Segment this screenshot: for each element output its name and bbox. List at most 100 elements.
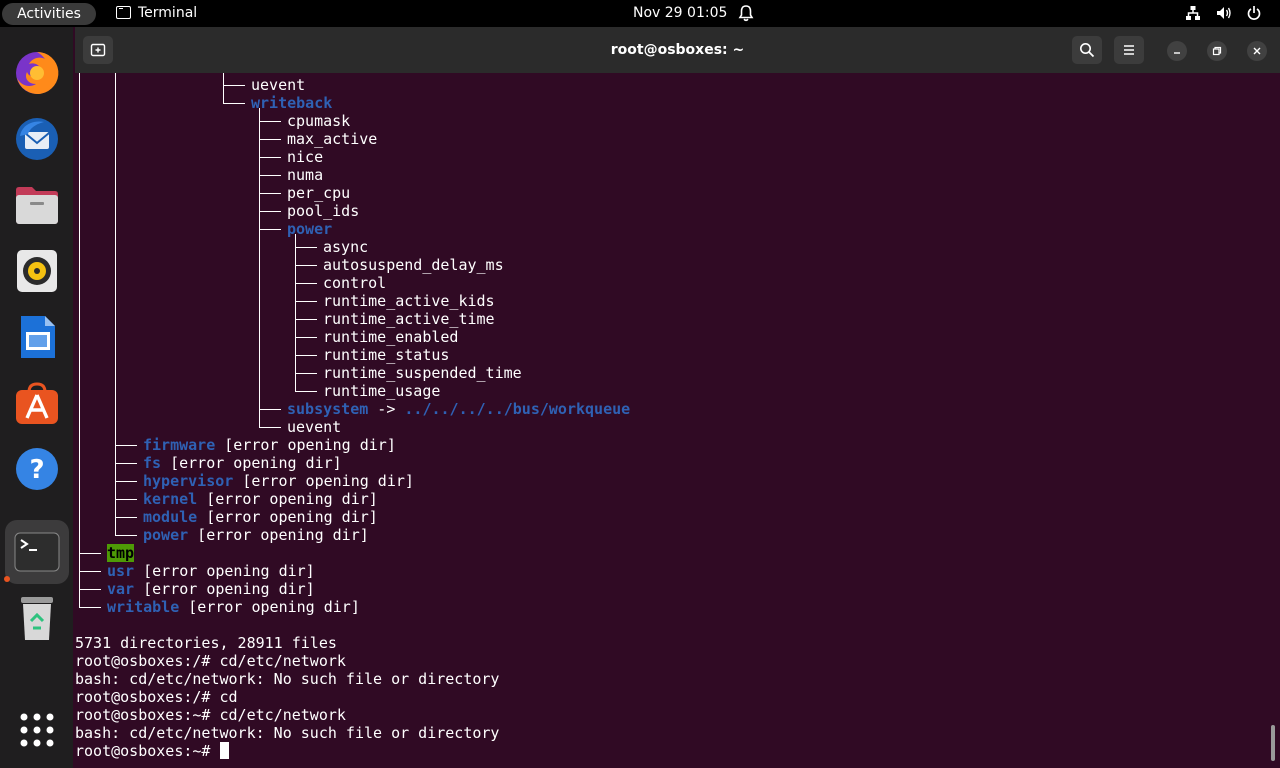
error-text: [error opening dir] xyxy=(197,490,378,508)
tree-connector xyxy=(115,535,137,536)
file-name: autosuspend_delay_ms xyxy=(323,256,504,274)
tree-connector xyxy=(295,247,317,248)
maximize-button[interactable] xyxy=(1207,41,1227,61)
network-icon xyxy=(1186,6,1201,20)
tree-entry: runtime_usage xyxy=(323,382,440,400)
tree-connector xyxy=(295,373,317,374)
dock: ? xyxy=(0,27,73,768)
help-icon[interactable]: ? xyxy=(12,444,62,494)
tree-entry: runtime_status xyxy=(323,346,449,364)
file-name: per_cpu xyxy=(287,184,351,202)
tree-connector xyxy=(223,103,245,104)
prompt-line[interactable]: root@osboxes:~# xyxy=(75,742,229,760)
file-name: cpumask xyxy=(287,112,351,130)
directory-name: hypervisor xyxy=(143,472,234,490)
directory-name: module xyxy=(143,508,198,526)
file-name: runtime_enabled xyxy=(323,328,459,346)
error-text: [error opening dir] xyxy=(134,562,315,580)
tree-connector xyxy=(259,175,281,176)
tree-entry: tmp xyxy=(107,544,135,562)
tree-connector xyxy=(295,355,317,356)
tree-connector xyxy=(79,553,101,554)
file-name: nice xyxy=(287,148,324,166)
tree-entry: runtime_active_time xyxy=(323,310,495,328)
terminal-line: root@osboxes:~# cd/etc/network xyxy=(75,706,346,724)
error-text: [error opening dir] xyxy=(161,454,342,472)
search-button[interactable] xyxy=(1072,36,1102,64)
file-name: async xyxy=(323,238,369,256)
tree-connector xyxy=(259,193,281,194)
terminal-line: root@osboxes:/# cd/etc/network xyxy=(75,652,346,670)
tree-connector xyxy=(295,319,317,320)
tree-connector xyxy=(259,229,281,230)
minimize-icon xyxy=(1174,52,1180,54)
show-apps-icon[interactable] xyxy=(12,705,62,755)
tree-connector xyxy=(259,108,260,427)
app-center-icon[interactable] xyxy=(12,378,62,428)
tree-connector xyxy=(223,73,224,103)
tree-connector xyxy=(79,571,101,572)
terminal-line: bash: cd/etc/network: No such file or di… xyxy=(75,670,500,688)
rhythmbox-icon[interactable] xyxy=(12,246,62,296)
firefox-icon[interactable] xyxy=(12,48,62,98)
thunderbird-icon[interactable] xyxy=(12,114,62,164)
tree-connector xyxy=(115,481,137,482)
terminal-output[interactable]: uevent writeback cpumask max_active nice numa… xyxy=(75,73,1280,768)
symlink-arrow: -> xyxy=(368,400,405,418)
tree-entry: max_active xyxy=(287,130,377,148)
tree-entry: pool_ids xyxy=(287,202,359,220)
tree-connector xyxy=(295,234,296,391)
file-name: runtime_usage xyxy=(323,382,441,400)
tree-entry: autosuspend_delay_ms xyxy=(323,256,504,274)
error-text: [error opening dir] xyxy=(188,526,369,544)
directory-name: writeback xyxy=(251,94,333,112)
directory-name: power xyxy=(143,526,189,544)
tree-entry: kernel [error opening dir] xyxy=(143,490,378,508)
tree-entry: fs [error opening dir] xyxy=(143,454,342,472)
svg-text:?: ? xyxy=(29,455,44,485)
tree-connector xyxy=(115,499,137,500)
tree-connector xyxy=(115,517,137,518)
app-menu-label: Terminal xyxy=(138,5,198,21)
scrollbar[interactable] xyxy=(1271,725,1275,761)
files-icon[interactable] xyxy=(12,180,62,230)
minimize-button[interactable] xyxy=(1167,41,1187,61)
file-name: uevent xyxy=(251,76,306,94)
tree-entry: power [error opening dir] xyxy=(143,526,369,544)
terminal-line: bash: cd/etc/network: No such file or di… xyxy=(75,724,500,742)
tree-connector xyxy=(295,337,317,338)
directory-name: power xyxy=(287,220,333,238)
tree-connector xyxy=(79,73,80,607)
tree-connector xyxy=(259,211,281,212)
tree-connector xyxy=(115,463,137,464)
tree-connector xyxy=(79,607,101,608)
tree-connector xyxy=(259,139,281,140)
bell-icon[interactable] xyxy=(738,4,754,22)
tree-entry: writable [error opening dir] xyxy=(107,598,360,616)
terminal-app-icon[interactable] xyxy=(5,520,69,584)
cursor xyxy=(219,742,229,759)
activities-button[interactable]: Activities xyxy=(2,3,96,25)
trash-icon[interactable] xyxy=(12,594,62,644)
tree-entry: runtime_suspended_time xyxy=(323,364,522,382)
tree-entry: cpumask xyxy=(287,112,350,130)
libreoffice-writer-icon[interactable] xyxy=(12,312,62,362)
directory-name: fs xyxy=(143,454,162,472)
clock[interactable]: Nov 29 01:05 xyxy=(633,0,727,27)
running-indicator xyxy=(4,576,10,582)
close-icon xyxy=(1253,47,1261,55)
terminal-icon xyxy=(116,6,131,19)
hamburger-icon xyxy=(1124,45,1134,55)
close-button[interactable] xyxy=(1247,41,1267,61)
app-menu[interactable]: Terminal xyxy=(116,0,197,27)
menu-button[interactable] xyxy=(1114,36,1144,64)
system-tray[interactable] xyxy=(1175,4,1262,22)
file-name: runtime_active_kids xyxy=(323,292,495,310)
volume-icon xyxy=(1216,7,1231,19)
tree-entry: uevent xyxy=(287,418,341,436)
tree-entry: runtime_enabled xyxy=(323,328,458,346)
directory-name: tmp xyxy=(107,544,135,562)
file-name: max_active xyxy=(287,130,378,148)
prompt-text: root@osboxes:~# xyxy=(75,742,220,760)
directory-name: writable xyxy=(107,598,180,616)
